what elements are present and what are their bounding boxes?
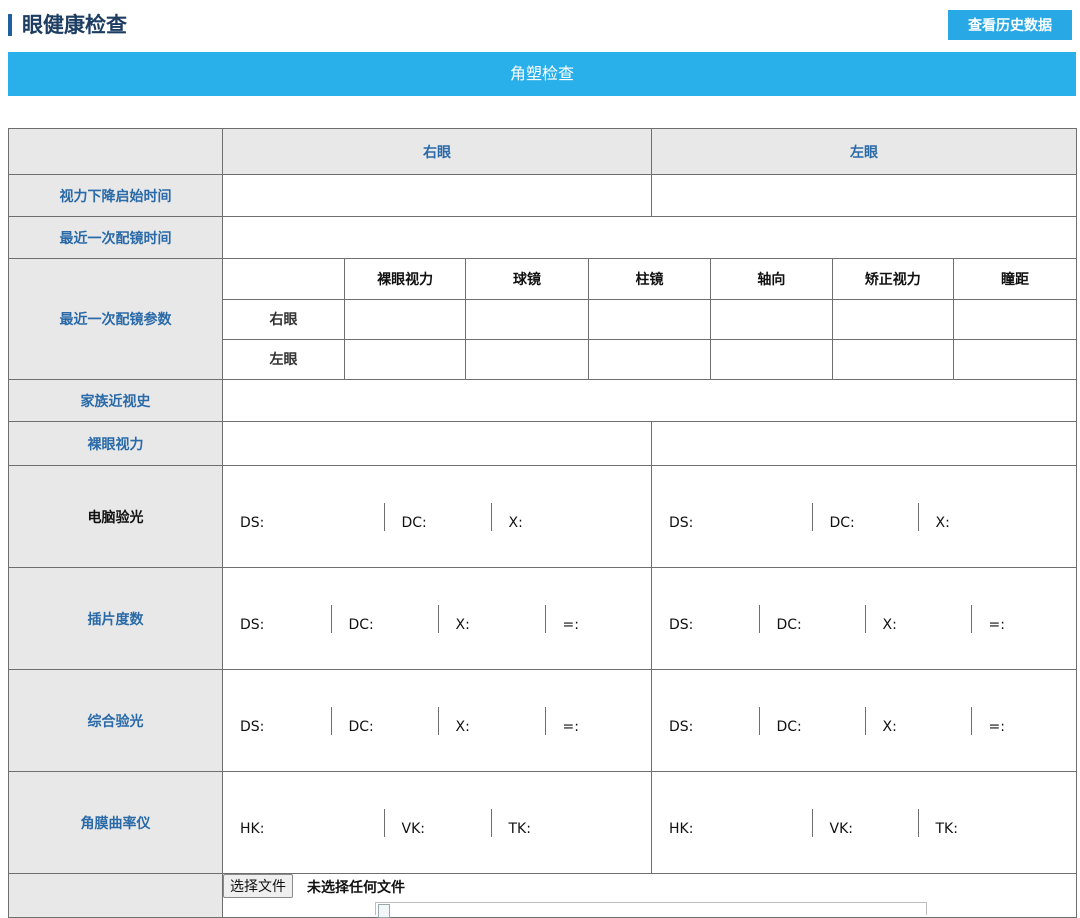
file-status: 未选择任何文件 (307, 880, 405, 896)
glasses-params-table: 裸眼视力 球镜 柱镜 轴向 矫正视力 瞳距 右眼 左眼 (223, 259, 1076, 379)
field-x[interactable]: X: (917, 502, 1076, 531)
section-banner: 角塑检查 (8, 52, 1076, 96)
page-title: 眼健康检查 (22, 13, 127, 37)
field-tk[interactable]: TK: (490, 808, 651, 837)
param-input[interactable] (710, 338, 833, 379)
field-equals[interactable]: =: (544, 604, 651, 633)
naked-vision-right-input[interactable] (222, 421, 652, 466)
label-family-myopia: 家族近视史 (8, 379, 223, 422)
vision-decline-right-input[interactable] (222, 174, 652, 217)
choose-file-button[interactable]: 选择文件 (223, 874, 293, 898)
param-row-left-eye: 左眼 (223, 338, 345, 379)
param-input[interactable] (587, 298, 712, 340)
param-input[interactable] (343, 338, 467, 379)
field-dc[interactable]: DC: (330, 706, 438, 735)
header-right-eye: 右眼 (222, 128, 652, 175)
keratometer-right: HK: VK: TK: (222, 771, 652, 874)
field-ds[interactable]: DS: (223, 503, 384, 531)
param-header-pupil-distance: 瞳距 (953, 259, 1076, 300)
field-equals[interactable]: =: (544, 706, 651, 735)
image-preview-box (375, 902, 927, 918)
corner-cell (8, 128, 223, 175)
param-input[interactable] (831, 338, 955, 379)
field-dc[interactable]: DC: (383, 502, 491, 531)
field-vk[interactable]: VK: (383, 808, 491, 837)
field-x[interactable]: X: (437, 604, 545, 633)
comprehensive-right: DS: DC: X: =: (222, 669, 652, 772)
label-computer-refraction: 电脑验光 (8, 465, 223, 568)
trial-lens-left: DS: DC: X: =: (651, 567, 1077, 670)
param-input[interactable] (465, 338, 589, 379)
label-trial-lens: 插片度数 (8, 567, 223, 670)
field-ds[interactable]: DS: (223, 605, 331, 633)
field-dc[interactable]: DC: (758, 604, 865, 633)
param-input[interactable] (465, 298, 589, 340)
family-myopia-input[interactable] (222, 379, 1077, 422)
param-input[interactable] (710, 298, 833, 340)
field-ds[interactable]: DS: (652, 707, 759, 735)
title-accent-bar (8, 14, 12, 36)
label-keratometer: 角膜曲率仪 (8, 771, 223, 874)
label-upload (8, 873, 223, 918)
param-row-right-eye: 右眼 (223, 298, 345, 340)
field-ds[interactable]: DS: (652, 503, 812, 531)
label-vision-decline-start: 视力下降启始时间 (8, 174, 223, 217)
last-glasses-time-input[interactable] (222, 216, 1077, 259)
keratometer-left: HK: VK: TK: (651, 771, 1077, 874)
computer-refraction-left: DS: DC: X: (651, 465, 1077, 568)
field-hk[interactable]: HK: (223, 809, 384, 837)
field-x[interactable]: X: (437, 706, 545, 735)
param-input[interactable] (831, 298, 955, 340)
file-upload: 选择文件 未选择任何文件 (223, 874, 1076, 918)
glasses-params-cell: 裸眼视力 球镜 柱镜 轴向 矫正视力 瞳距 右眼 左眼 (222, 258, 1077, 380)
param-input[interactable] (343, 298, 467, 340)
field-ds[interactable]: DS: (223, 707, 331, 735)
field-equals[interactable]: =: (970, 706, 1076, 735)
param-header-cylinder: 柱镜 (587, 259, 712, 300)
param-input[interactable] (953, 338, 1076, 379)
label-last-glasses-time: 最近一次配镜时间 (8, 216, 223, 259)
param-header-naked-vision: 裸眼视力 (343, 259, 467, 300)
header-left-eye: 左眼 (651, 128, 1077, 175)
upload-cell: 选择文件 未选择任何文件 (222, 873, 1077, 918)
comprehensive-left: DS: DC: X: =: (651, 669, 1077, 772)
page-header: 眼健康检查 查看历史数据 (8, 10, 1072, 40)
field-tk[interactable]: TK: (917, 808, 1076, 837)
vision-decline-left-input[interactable] (651, 174, 1077, 217)
param-header-axis: 轴向 (710, 259, 833, 300)
computer-refraction-right: DS: DC: X: (222, 465, 652, 568)
param-header-sphere: 球镜 (465, 259, 589, 300)
param-input[interactable] (953, 298, 1076, 340)
field-dc[interactable]: DC: (811, 502, 918, 531)
field-equals[interactable]: =: (970, 604, 1076, 633)
broken-image-icon (378, 904, 390, 918)
field-hk[interactable]: HK: (652, 809, 812, 837)
naked-vision-left-input[interactable] (651, 421, 1077, 466)
param-input[interactable] (587, 338, 712, 379)
label-naked-vision: 裸眼视力 (8, 421, 223, 466)
field-x[interactable]: X: (490, 502, 651, 531)
param-header-corrected-vision: 矫正视力 (831, 259, 955, 300)
field-dc[interactable]: DC: (330, 604, 438, 633)
trial-lens-right: DS: DC: X: =: (222, 567, 652, 670)
field-dc[interactable]: DC: (758, 706, 865, 735)
field-vk[interactable]: VK: (811, 808, 918, 837)
params-corner (223, 259, 345, 300)
field-x[interactable]: X: (864, 604, 971, 633)
label-comprehensive-refraction: 综合验光 (8, 669, 223, 772)
label-last-glasses-params: 最近一次配镜参数 (8, 258, 223, 380)
exam-table: 右眼 左眼 视力下降启始时间 最近一次配镜时间 最近一次配镜参数 裸眼视力 球镜… (8, 128, 1077, 918)
field-x[interactable]: X: (864, 706, 971, 735)
field-ds[interactable]: DS: (652, 605, 759, 633)
view-history-button[interactable]: 查看历史数据 (948, 10, 1072, 40)
